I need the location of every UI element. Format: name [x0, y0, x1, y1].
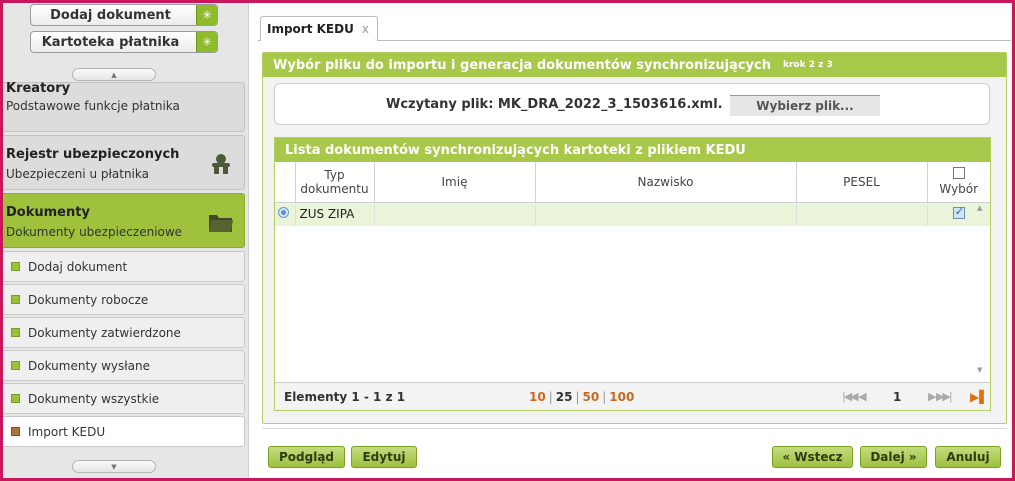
- element-count: Elementy 1 - 1 z 1: [284, 389, 406, 404]
- tab-import-kedu[interactable]: Import KEDU x: [260, 16, 378, 41]
- page-size-25[interactable]: 25: [556, 390, 573, 404]
- page-size-selector: 10 | 25 | 50 | 100: [529, 389, 635, 404]
- row-radio[interactable]: [278, 207, 289, 219]
- section-subtitle: Podstawowe funkcje płatnika: [6, 99, 180, 113]
- cell-nazwisko: [535, 202, 797, 226]
- column-header-pesel[interactable]: PESEL: [796, 162, 928, 203]
- next-last-page-icon[interactable]: ▶ ▶▶|: [928, 390, 953, 403]
- add-document-button[interactable]: Dodaj dokument ✳: [30, 4, 218, 26]
- sidebar-item-label: Dokumenty robocze: [28, 292, 149, 307]
- scroll-down-arrow[interactable]: ▼: [977, 366, 982, 374]
- step-indicator: krok 2 z 3: [782, 60, 833, 70]
- column-header-wybor: Wybór: [927, 162, 990, 203]
- sidebar-section-dokumenty[interactable]: Dokumenty Dokumenty ubezpieczeniowe: [0, 193, 245, 248]
- section-subtitle: Dokumenty ubezpieczeniowe: [6, 225, 183, 239]
- radio-column-header: [275, 162, 296, 203]
- preview-button[interactable]: Podgląd: [268, 446, 345, 468]
- panel-header: Wybór pliku do importu i generacja dokum…: [263, 53, 1006, 77]
- sidebar-item-label: Import KEDU: [28, 424, 106, 439]
- people-icon: [212, 154, 230, 174]
- bullet-square-icon: [11, 328, 20, 337]
- add-document-label: Dodaj dokument: [50, 7, 171, 23]
- import-panel: Wybór pliku do importu i generacja dokum…: [262, 52, 1007, 424]
- bullet-square-icon: [11, 394, 20, 403]
- documents-table: Typ dokumentu Imię Nazwisko PESEL Wybór …: [275, 162, 990, 226]
- cell-pesel: [796, 202, 928, 226]
- page-size-50[interactable]: 50: [583, 390, 600, 404]
- scroll-up-arrow[interactable]: ▲: [977, 204, 982, 212]
- sidebar-item-label: Dokumenty wysłane: [28, 358, 150, 373]
- bullet-square-icon: [11, 295, 20, 304]
- edit-button[interactable]: Edytuj: [351, 446, 417, 468]
- section-subtitle: Ubezpieczeni u płatnika: [6, 167, 149, 181]
- cell-typ: ZUS ZIPA: [295, 202, 375, 226]
- bullet-square-icon: [11, 427, 20, 436]
- close-icon[interactable]: x: [362, 22, 369, 36]
- vertical-scrollbar[interactable]: ▲ ▼: [977, 202, 989, 382]
- cell-imie: [374, 202, 536, 226]
- folder-icon: [209, 215, 233, 232]
- list-header: Lista dokumentów synchronizujących karto…: [275, 138, 990, 162]
- first-prev-page-icon[interactable]: |◀◀ ◀: [842, 390, 867, 403]
- sparkle-icon: ✳: [196, 5, 217, 25]
- sidebar-item-dodaj-dokument[interactable]: Dodaj dokument: [0, 251, 245, 282]
- sidebar-item-import-kedu[interactable]: Import KEDU: [0, 416, 245, 447]
- section-title: Rejestr ubezpieczonych: [6, 147, 180, 162]
- cancel-button[interactable]: Anuluj: [935, 446, 1001, 468]
- table-row[interactable]: ZUS ZIPA: [275, 202, 990, 226]
- panel-title: Wybór pliku do importu i generacja dokum…: [273, 57, 771, 73]
- sidebar-item-label: Dodaj dokument: [28, 259, 128, 274]
- export-icon[interactable]: ▶▌: [970, 390, 988, 404]
- row-radio-cell[interactable]: [275, 202, 296, 226]
- payer-file-button[interactable]: Kartoteka płatnika ✳: [30, 31, 218, 53]
- sidebar: Dodaj dokument ✳ Kartoteka płatnika ✳ ▲ …: [0, 0, 249, 481]
- sparkle-icon: ✳: [196, 32, 217, 52]
- bullet-square-icon: [11, 262, 20, 271]
- tab-label: Import KEDU: [267, 22, 354, 36]
- table-header-row: Typ dokumentu Imię Nazwisko PESEL Wybór: [275, 162, 990, 203]
- column-header-typ[interactable]: Typ dokumentu: [295, 162, 375, 203]
- sidebar-item-dokumenty-robocze[interactable]: Dokumenty robocze: [0, 284, 245, 315]
- page-size-100[interactable]: 100: [609, 390, 634, 404]
- choose-file-button[interactable]: Wybierz plik...: [730, 95, 880, 116]
- payer-file-label: Kartoteka płatnika: [41, 34, 180, 50]
- select-all-checkbox[interactable]: [952, 167, 965, 180]
- list-footer: Elementy 1 - 1 z 1 10 | 25 | 50 | 100 |◀◀ ◀ 1 …: [275, 382, 990, 410]
- next-button[interactable]: Dalej »: [860, 446, 927, 468]
- sidebar-item-dokumenty-wszystkie[interactable]: Dokumenty wszystkie: [0, 383, 245, 414]
- column-header-imie[interactable]: Imię: [374, 162, 536, 203]
- sidebar-item-label: Dokumenty wszystkie: [28, 391, 160, 406]
- section-title: Dokumenty: [6, 205, 90, 220]
- sidebar-item-dokumenty-wyslane[interactable]: Dokumenty wysłane: [0, 350, 245, 381]
- scroll-down-button[interactable]: ▼: [72, 460, 156, 473]
- page-number: 1: [893, 389, 902, 404]
- sidebar-section-rejestr[interactable]: Rejestr ubezpieczonych Ubezpieczeni u pł…: [0, 135, 245, 190]
- row-select-checkbox[interactable]: [952, 205, 965, 219]
- documents-list: Lista dokumentów synchronizujących karto…: [274, 137, 991, 411]
- column-header-nazwisko[interactable]: Nazwisko: [535, 162, 797, 203]
- back-button[interactable]: « Wstecz: [772, 446, 853, 468]
- page-size-10[interactable]: 10: [529, 390, 546, 404]
- sidebar-item-label: Dokumenty zatwierdzone: [28, 325, 181, 340]
- section-title: Kreatory: [6, 81, 71, 96]
- wybor-label: Wybór: [939, 182, 979, 197]
- scroll-up-button[interactable]: ▲: [72, 68, 156, 81]
- loaded-file-label: Wczytany plik: MK_DRA_2022_3_1503616.xml…: [386, 97, 723, 112]
- sidebar-item-dokumenty-zatwierdzone[interactable]: Dokumenty zatwierdzone: [0, 317, 245, 348]
- sidebar-section-kreatory[interactable]: Kreatory Podstawowe funkcje płatnika: [0, 81, 245, 132]
- footer-divider: [262, 428, 1007, 429]
- file-box: Wczytany plik: MK_DRA_2022_3_1503616.xml…: [274, 83, 990, 125]
- bullet-square-icon: [11, 361, 20, 370]
